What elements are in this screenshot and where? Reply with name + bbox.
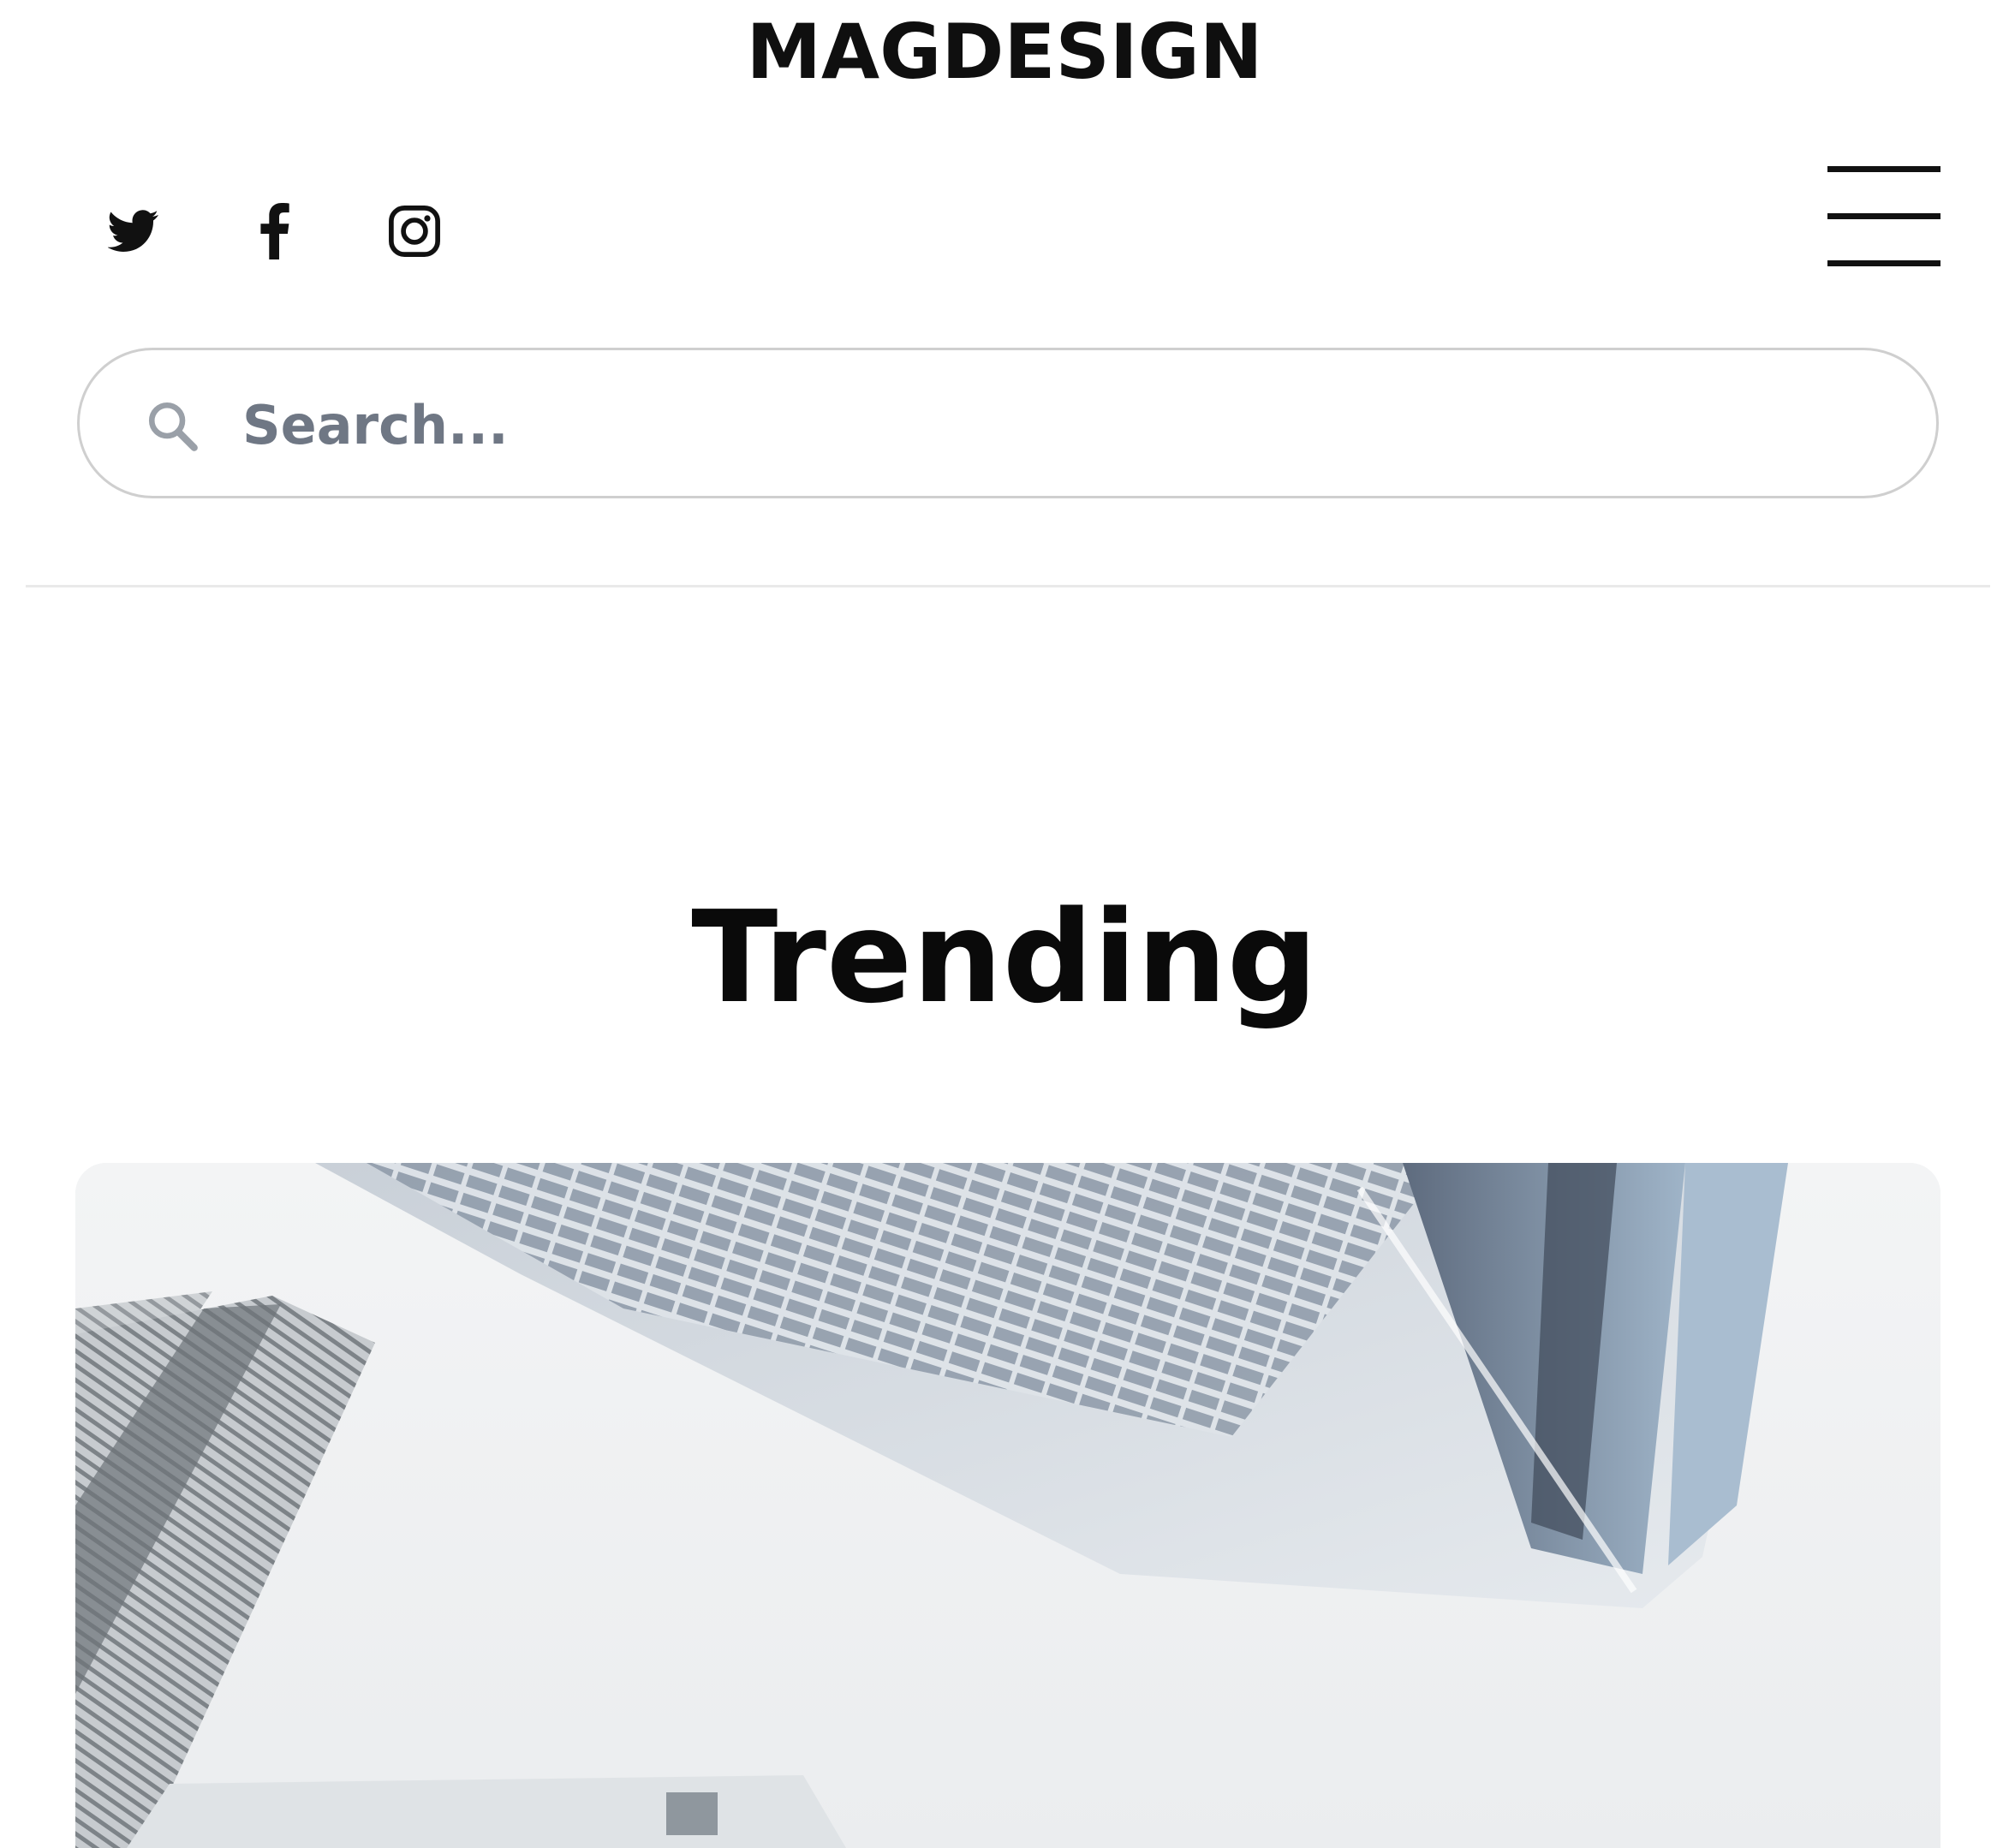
section-title: Trending: [691, 883, 1318, 1031]
menu-line: [1827, 166, 1940, 172]
menu-line: [1827, 260, 1940, 266]
featured-article-image[interactable]: [75, 1163, 1940, 1848]
search-input[interactable]: [160, 376, 1787, 474]
site-logo[interactable]: MAGDESIGN: [0, 0, 2009, 103]
menu-line: [1827, 213, 1940, 219]
header-divider: [26, 585, 1990, 587]
social-links: [103, 193, 445, 270]
facebook-icon[interactable]: [243, 200, 305, 262]
instagram-icon[interactable]: [384, 200, 445, 262]
search-bar: [77, 348, 1939, 498]
hamburger-menu-icon[interactable]: [1824, 163, 1944, 274]
twitter-icon[interactable]: [103, 200, 164, 262]
